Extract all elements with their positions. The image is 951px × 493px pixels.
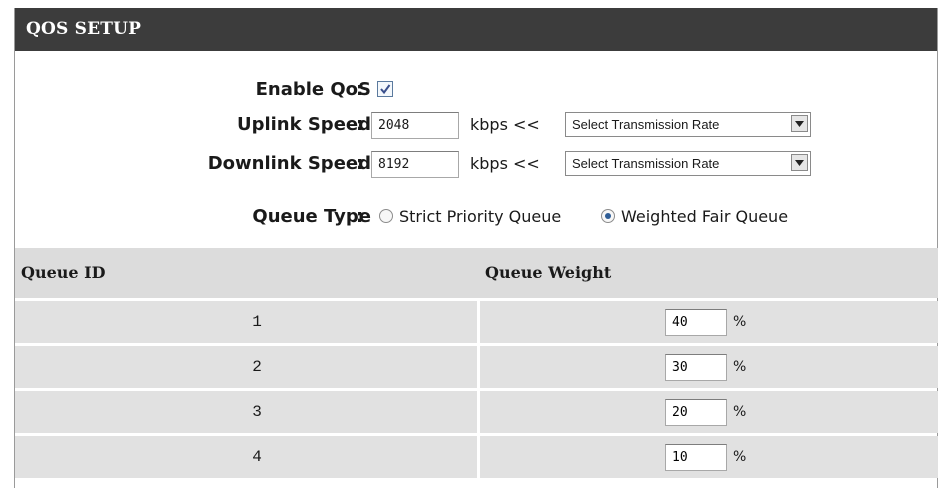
queue-weight-cell: % — [480, 436, 938, 478]
queue-id-cell: 4 — [15, 436, 477, 478]
table-row: 3 % — [15, 391, 938, 433]
strict-priority-label: Strict Priority Queue — [399, 207, 562, 226]
downlink-speed-label: Downlink Speed — [207, 153, 371, 174]
queue-id: 4 — [252, 448, 262, 466]
queue-id: 3 — [252, 403, 262, 421]
uplink-unit: kbps << — [470, 115, 540, 134]
colon: : — [356, 153, 364, 174]
queue-id: 2 — [252, 358, 262, 376]
queue-weight-input[interactable] — [665, 444, 727, 471]
queue-id-cell: 3 — [15, 391, 477, 433]
percent-label: % — [733, 314, 747, 330]
queue-id-cell: 2 — [15, 346, 477, 388]
enable-qos-row: Enable QoS : — [15, 75, 937, 105]
downlink-speed-row: Downlink Speed : kbps << Select Transmis… — [15, 149, 937, 179]
enable-qos-checkbox[interactable] — [377, 81, 393, 97]
uplink-speed-input[interactable] — [371, 112, 459, 139]
downlink-rate-select-value: Select Transmission Rate — [572, 156, 720, 171]
header-queue-id: Queue ID — [21, 263, 106, 282]
colon: : — [356, 79, 364, 100]
queue-type-label: Queue Type — [252, 206, 371, 227]
chevron-down-icon[interactable] — [791, 115, 808, 132]
colon: : — [356, 206, 364, 227]
queue-table: Queue ID Queue Weight 1 % 2 % 3 % — [15, 248, 938, 478]
section-title: QOS SETUP — [15, 8, 937, 51]
chevron-down-icon[interactable] — [791, 154, 808, 171]
qos-setup-panel: QOS SETUP Enable QoS : Uplink Speed : kb… — [14, 8, 938, 488]
table-header: Queue ID Queue Weight — [15, 248, 938, 298]
queue-weight-input[interactable] — [665, 309, 727, 336]
percent-label: % — [733, 404, 747, 420]
table-row: 4 % — [15, 436, 938, 478]
queue-weight-input[interactable] — [665, 354, 727, 381]
downlink-unit: kbps << — [470, 154, 540, 173]
queue-id: 1 — [252, 313, 262, 331]
queue-weight-cell: % — [480, 301, 938, 343]
queue-id-cell: 1 — [15, 301, 477, 343]
percent-label: % — [733, 449, 747, 465]
queue-weight-cell: % — [480, 346, 938, 388]
downlink-rate-select[interactable]: Select Transmission Rate — [565, 151, 811, 176]
uplink-rate-select-value: Select Transmission Rate — [572, 117, 720, 132]
table-row: 1 % — [15, 301, 938, 343]
colon: : — [356, 114, 364, 135]
weighted-fair-radio[interactable] — [601, 209, 615, 223]
queue-weight-input[interactable] — [665, 399, 727, 426]
queue-type-row: Queue Type : Strict Priority Queue Weigh… — [15, 202, 937, 232]
queue-weight-cell: % — [480, 391, 938, 433]
downlink-speed-input[interactable] — [371, 151, 459, 178]
uplink-rate-select[interactable]: Select Transmission Rate — [565, 112, 811, 137]
weighted-fair-label: Weighted Fair Queue — [621, 207, 789, 226]
header-queue-weight: Queue Weight — [485, 263, 612, 282]
uplink-speed-row: Uplink Speed : kbps << Select Transmissi… — [15, 110, 937, 140]
checkmark-icon — [380, 84, 391, 95]
strict-priority-radio[interactable] — [379, 209, 393, 223]
enable-qos-label: Enable QoS — [255, 79, 371, 100]
table-row: 2 % — [15, 346, 938, 388]
uplink-speed-label: Uplink Speed — [236, 114, 371, 135]
percent-label: % — [733, 359, 747, 375]
